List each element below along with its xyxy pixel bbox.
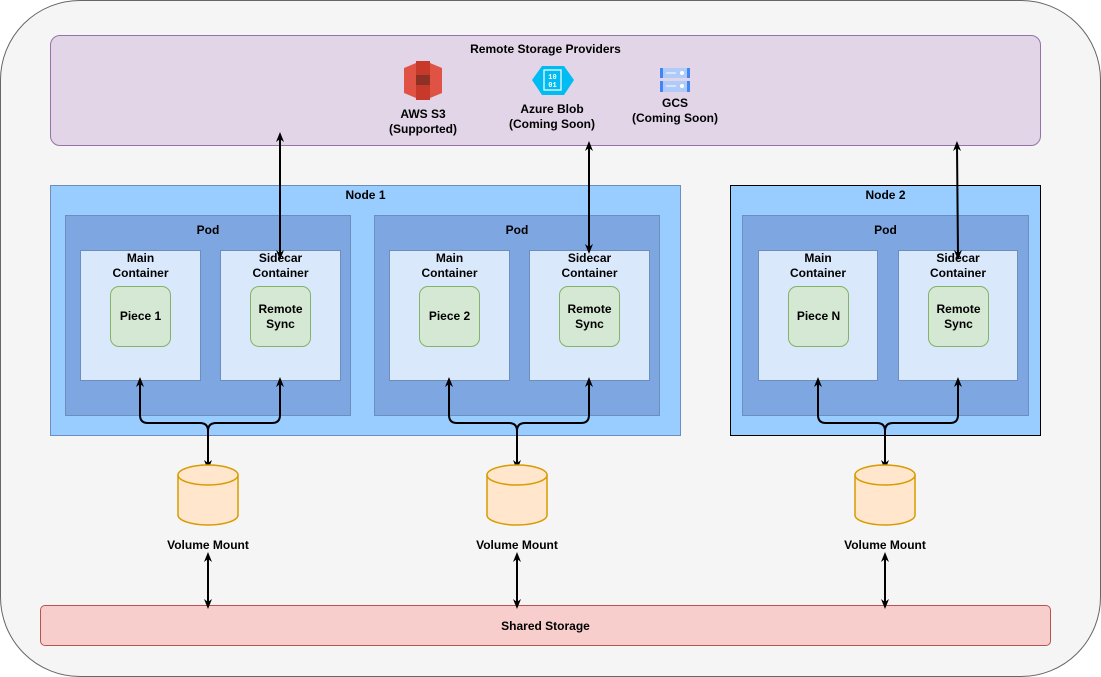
remote-title: Remote Storage Providers — [470, 42, 621, 56]
provider-gcs: GCS (Coming Soon) — [620, 96, 730, 126]
piece-label: Piece N — [796, 309, 841, 323]
volume-mount-label-n: Volume Mount — [844, 538, 926, 552]
pod-label: Pod — [874, 223, 897, 237]
provider-status: (Coming Soon) — [632, 111, 718, 125]
main-container-2: Main Container Piece 2 — [389, 250, 510, 381]
provider-name: GCS — [661, 96, 688, 110]
remote-sync-1: Remote Sync — [250, 286, 311, 347]
provider-name: Azure Blob — [520, 102, 584, 116]
container-label: Main Container — [112, 251, 169, 280]
sidecar-container-2: Sidecar Container Remote Sync — [529, 250, 650, 381]
remote-sync-label: Remote Sync — [567, 301, 612, 331]
pod-label: Pod — [505, 223, 529, 237]
shared-storage-label: Shared Storage — [501, 618, 590, 633]
container-label: Sidecar Container — [561, 251, 618, 280]
volume-mount-label-2: Volume Mount — [476, 538, 558, 552]
remote-sync-label: Remote Sync — [258, 301, 303, 331]
provider-aws-s3: AWS S3 (Supported) — [373, 107, 473, 137]
piece-1: Piece 1 — [110, 286, 171, 347]
main-container-n: Main Container Piece N — [758, 250, 878, 381]
piece-2: Piece 2 — [419, 286, 480, 347]
volume-mount-label-1: Volume Mount — [167, 538, 249, 552]
shared-storage: Shared Storage — [40, 605, 1051, 646]
piece-label: Piece 1 — [119, 309, 162, 323]
node-title: Node 2 — [865, 188, 906, 202]
container-label: Main Container — [421, 251, 478, 280]
provider-status: (Coming Soon) — [509, 117, 595, 131]
provider-azure-blob: Azure Blob (Coming Soon) — [497, 102, 607, 132]
sidecar-container-1: Sidecar Container Remote Sync — [220, 250, 341, 381]
main-container-1: Main Container Piece 1 — [80, 250, 201, 381]
container-label: Sidecar Container — [929, 251, 986, 280]
piece-n: Piece N — [788, 286, 849, 347]
pod-label: Pod — [196, 223, 220, 237]
node-title: Node 1 — [345, 188, 386, 202]
provider-name: AWS S3 — [400, 107, 446, 121]
remote-sync-2: Remote Sync — [559, 286, 620, 347]
container-label: Main Container — [789, 251, 846, 280]
container-label: Sidecar Container — [252, 251, 309, 280]
remote-sync-label: Remote Sync — [936, 301, 981, 331]
provider-status: (Supported) — [389, 122, 457, 136]
remote-sync-n: Remote Sync — [928, 286, 989, 347]
sidecar-container-n: Sidecar Container Remote Sync — [898, 250, 1018, 381]
piece-label: Piece 2 — [428, 309, 471, 323]
